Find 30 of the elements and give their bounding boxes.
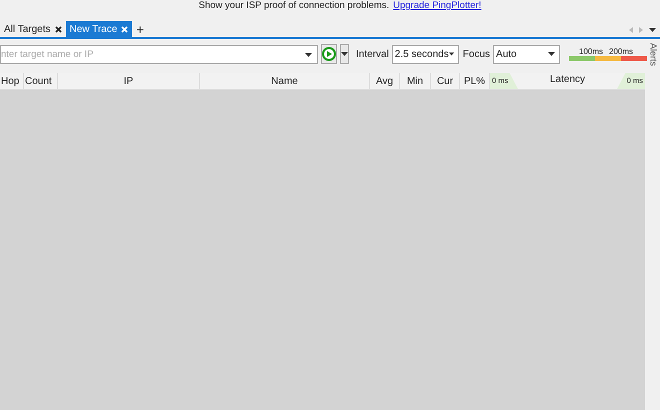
start-button[interactable] (321, 44, 337, 64)
latency-label: Latency (550, 72, 586, 86)
column-header[interactable]: Avg (370, 73, 400, 89)
column-header[interactable]: Count (24, 73, 58, 89)
caret-icon (548, 52, 556, 56)
focus-dropdown[interactable]: Auto (493, 44, 560, 64)
interval-dropdown[interactable]: 2.5 seconds (392, 44, 459, 64)
scale-label: 100ms (579, 47, 604, 56)
tab[interactable]: All Targets (0, 21, 66, 37)
column-header[interactable]: Hop (0, 73, 24, 89)
new-tab-button[interactable]: + (132, 21, 148, 37)
upgrade-link[interactable]: Upgrade PingPlotter! (393, 0, 482, 14)
alerts-tab[interactable]: Alerts (646, 43, 660, 67)
target-field[interactable]: nter target name or IP (0, 44, 318, 64)
caret-icon (341, 52, 348, 56)
close-icon[interactable] (54, 26, 62, 32)
tab-menu-icon (649, 28, 656, 32)
scale-label: 200ms (609, 47, 634, 56)
column-header[interactable]: IP (58, 73, 200, 89)
interval-label: Interval (356, 48, 389, 62)
start-options-button[interactable] (340, 44, 349, 64)
column-header[interactable]: Cur (431, 73, 460, 89)
tab[interactable]: New Trace (66, 21, 132, 37)
caret-icon (305, 52, 312, 56)
caret-icon (448, 52, 454, 56)
column-header[interactable]: Min (400, 73, 431, 89)
column-header[interactable]: Name (200, 73, 370, 89)
banner-text: Show your ISP proof of connection problems. (198, 0, 390, 13)
play-icon (322, 47, 336, 61)
focus-label: Focus (462, 48, 490, 62)
